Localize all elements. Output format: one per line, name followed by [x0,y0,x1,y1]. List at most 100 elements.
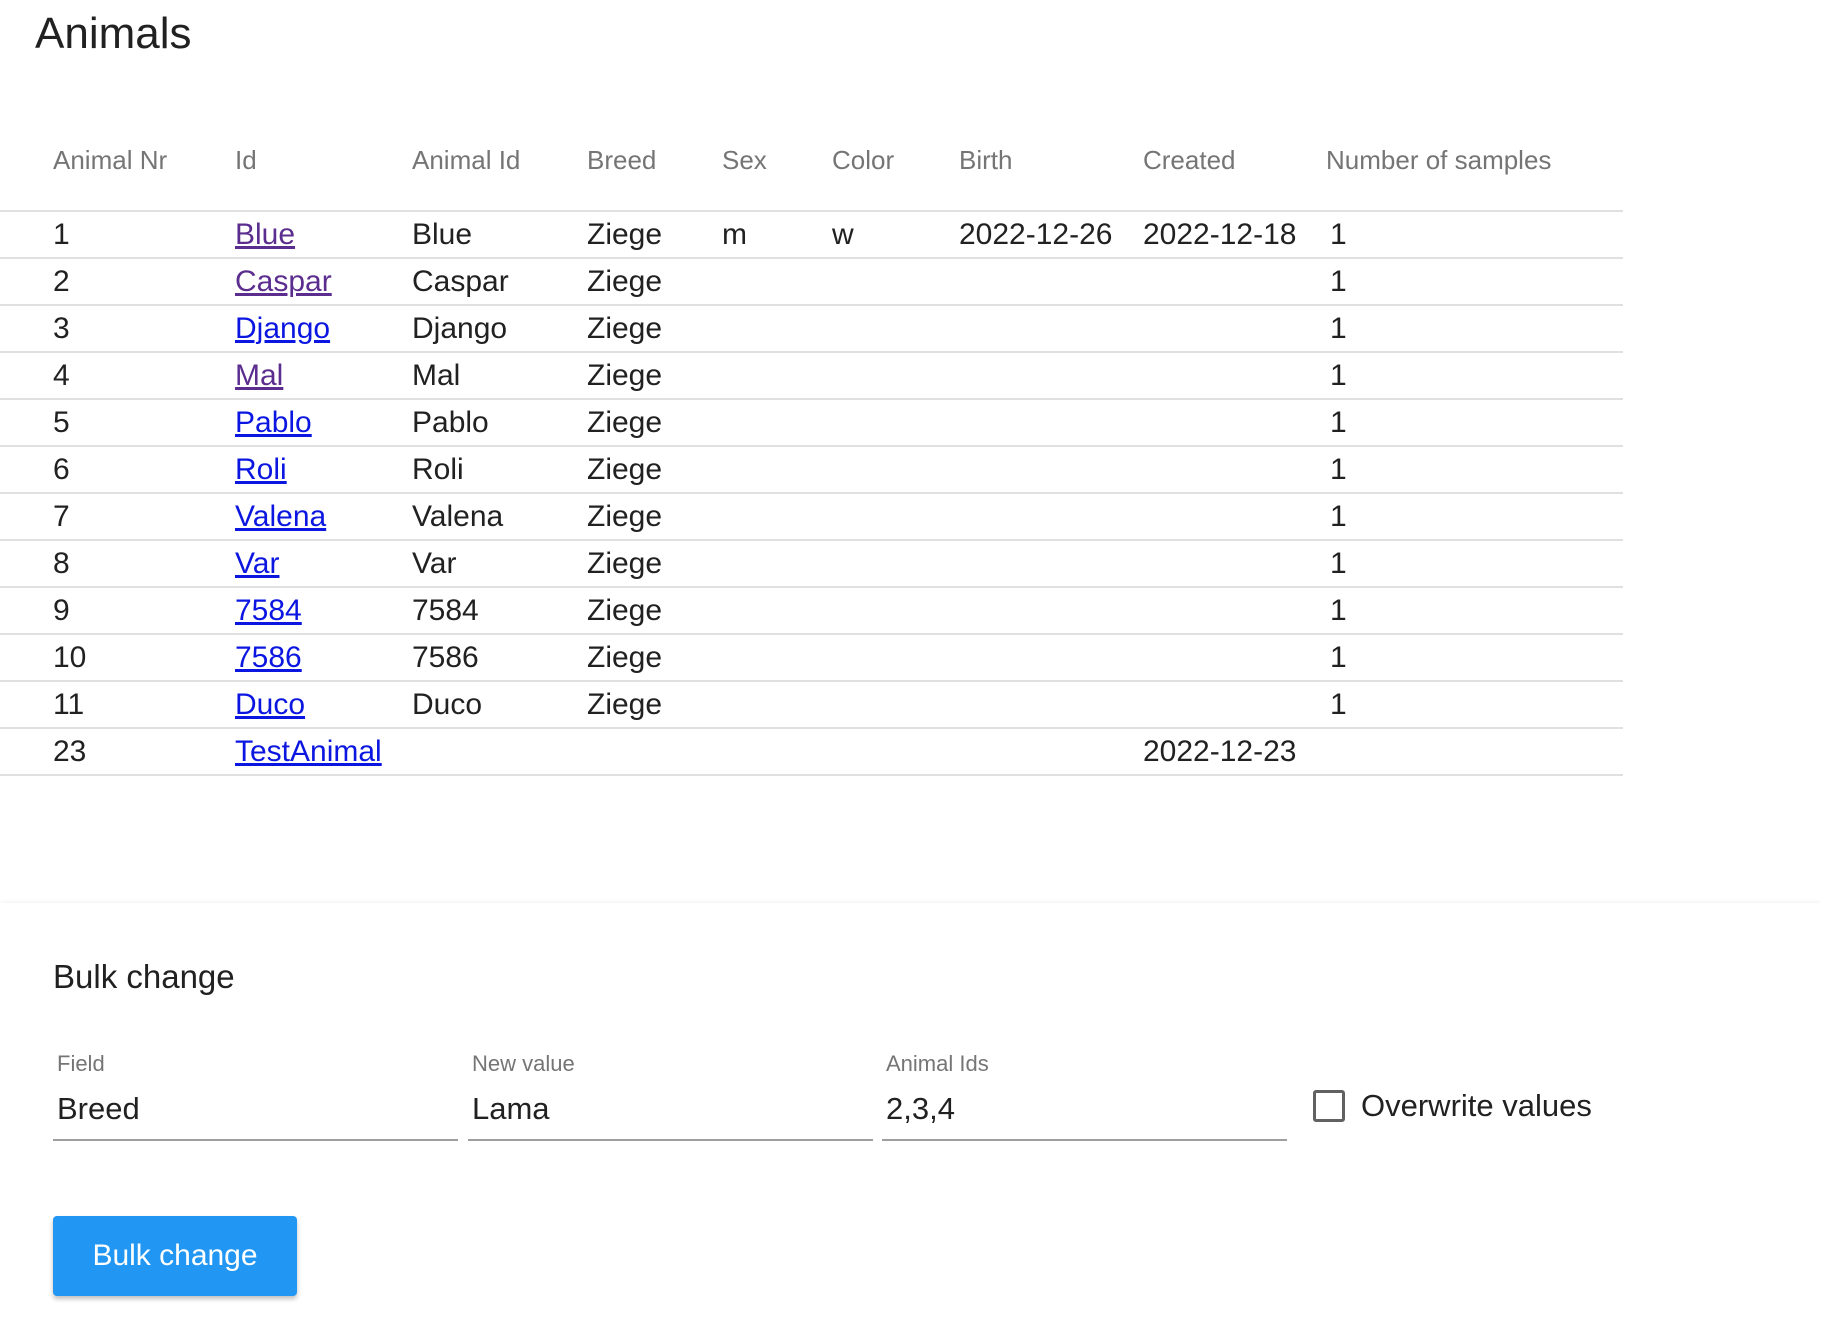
animal-ids-label: Animal Ids [886,1051,989,1076]
table-row: 9 7584 7584 Ziege 1 [0,587,1623,635]
cell-id: Pablo [235,399,412,447]
cell-birth [959,634,1143,682]
cell-samples: 1 [1326,634,1623,682]
table-row: 2 Caspar Caspar Ziege 1 [0,258,1623,306]
animal-ids-input[interactable] [882,1077,1287,1141]
cell-animal-id: 7586 [412,634,587,682]
cell-birth [959,587,1143,635]
cell-color [832,493,959,541]
cell-color [832,587,959,635]
animal-link[interactable]: Valena [235,500,326,533]
column-header-color[interactable]: Color [832,110,959,212]
table-row: 7 Valena Valena Ziege 1 [0,493,1623,541]
cell-created [1143,681,1326,729]
cell-nr: 1 [0,211,235,259]
cell-color [832,352,959,400]
cell-samples: 1 [1326,258,1623,306]
cell-id: Caspar [235,258,412,306]
cell-breed: Ziege [587,305,722,353]
cell-samples: 1 [1326,587,1623,635]
cell-animal-id: Duco [412,681,587,729]
cell-created [1143,493,1326,541]
cell-animal-id: Blue [412,211,587,259]
animal-link[interactable]: Mal [235,359,283,392]
cell-sex: m [722,211,832,259]
cell-color [832,681,959,729]
animal-link[interactable]: Pablo [235,406,312,439]
cell-created [1143,258,1326,306]
cell-nr: 5 [0,399,235,447]
cell-color [832,399,959,447]
cell-nr: 2 [0,258,235,306]
cell-sex [722,728,832,776]
column-header-animal-nr[interactable]: Animal Nr [0,110,235,212]
cell-id: Blue [235,211,412,259]
cell-animal-id: Pablo [412,399,587,447]
cell-samples: 1 [1326,352,1623,400]
cell-sex [722,258,832,306]
cell-breed: Ziege [587,587,722,635]
cell-breed [587,728,722,776]
cell-created: 2022-12-18 [1143,211,1326,259]
cell-nr: 3 [0,305,235,353]
cell-created [1143,587,1326,635]
animal-link[interactable]: Django [235,312,330,345]
cell-sex [722,493,832,541]
animal-link[interactable]: Blue [235,218,295,251]
cell-nr: 9 [0,587,235,635]
column-header-number-of-samples[interactable]: Number of samples [1326,110,1623,212]
table-row: 6 Roli Roli Ziege 1 [0,446,1623,494]
cell-breed: Ziege [587,258,722,306]
cell-breed: Ziege [587,446,722,494]
animal-link[interactable]: Caspar [235,265,332,298]
cell-samples: 1 [1326,211,1623,259]
cell-breed: Ziege [587,211,722,259]
table-body: 1 Blue Blue Ziege m w 2022-12-26 2022-12-18 1 2 Ca… [0,211,1623,776]
cell-color [832,540,959,588]
animal-link[interactable]: Roli [235,453,287,486]
cell-breed: Ziege [587,634,722,682]
new-value-input[interactable] [468,1077,873,1141]
table-row: 8 Var Var Ziege 1 [0,540,1623,588]
cell-sex [722,587,832,635]
animals-page: Animals Animal Nr Id Animal Id Breed Sex… [0,0,1821,1326]
overwrite-values-checkbox[interactable]: Overwrite values [1313,1088,1592,1124]
cell-nr: 11 [0,681,235,729]
cell-id: Var [235,540,412,588]
cell-birth [959,446,1143,494]
animal-link[interactable]: 7586 [235,641,302,674]
animal-link[interactable]: Var [235,547,279,580]
column-header-breed[interactable]: Breed [587,110,722,212]
cell-color: w [832,211,959,259]
cell-animal-id: Django [412,305,587,353]
cell-birth [959,305,1143,353]
cell-nr: 4 [0,352,235,400]
column-header-birth[interactable]: Birth [959,110,1143,212]
cell-breed: Ziege [587,493,722,541]
column-header-id[interactable]: Id [235,110,412,212]
cell-id: 7584 [235,587,412,635]
cell-id: Duco [235,681,412,729]
animal-link[interactable]: Duco [235,688,305,721]
cell-id: Valena [235,493,412,541]
cell-samples: 1 [1326,681,1623,729]
column-header-sex[interactable]: Sex [722,110,832,212]
bulk-change-button[interactable]: Bulk change [53,1216,297,1296]
cell-animal-id: Caspar [412,258,587,306]
cell-created [1143,305,1326,353]
bulk-change-title: Bulk change [53,958,235,995]
checkbox-unchecked-icon[interactable] [1313,1090,1345,1122]
cell-color [832,728,959,776]
cell-breed: Ziege [587,681,722,729]
overwrite-values-label: Overwrite values [1361,1088,1592,1123]
animals-table: Animal Nr Id Animal Id Breed Sex Color B… [0,110,1623,776]
animal-link[interactable]: 7584 [235,594,302,627]
cell-nr: 23 [0,728,235,776]
animal-link[interactable]: TestAnimal [235,735,382,768]
column-header-created[interactable]: Created [1143,110,1326,212]
cell-birth [959,258,1143,306]
cell-breed: Ziege [587,540,722,588]
column-header-animal-id[interactable]: Animal Id [412,110,587,212]
cell-animal-id: Var [412,540,587,588]
field-input[interactable] [53,1077,458,1141]
